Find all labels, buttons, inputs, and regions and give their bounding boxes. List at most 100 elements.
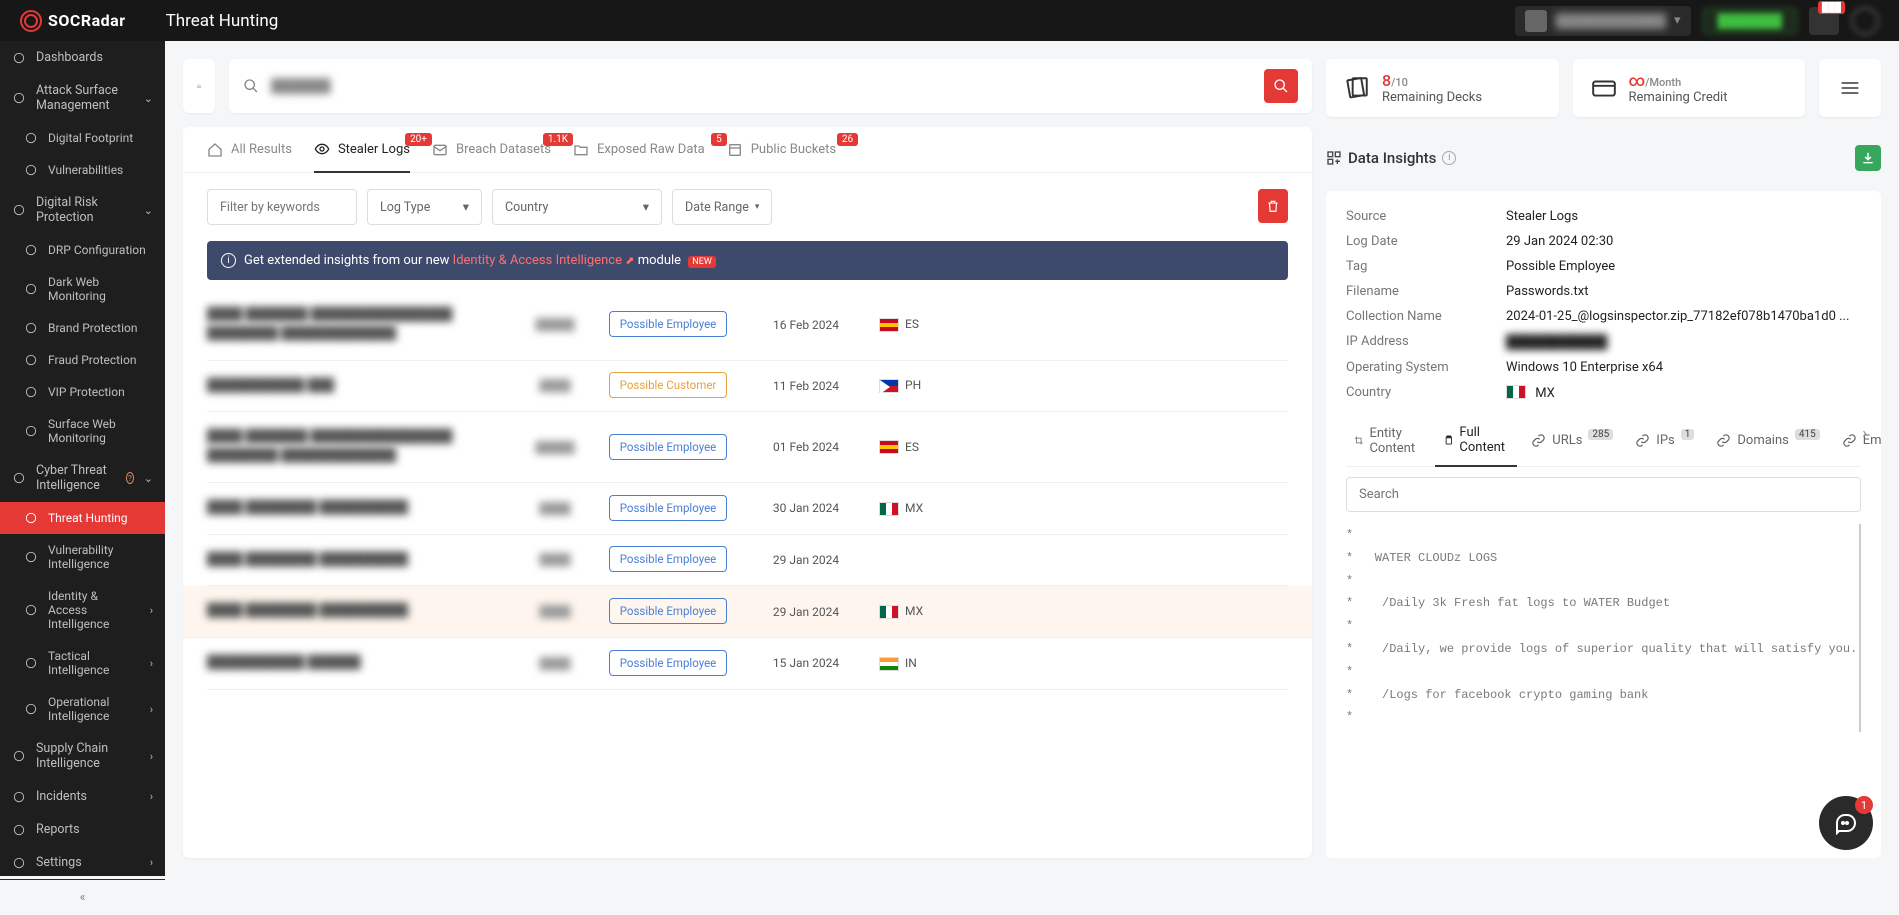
chevron-icon: › (150, 703, 153, 716)
meta-label: Filename (1346, 284, 1506, 299)
tabs-next[interactable]: › (1862, 423, 1867, 442)
home-button[interactable] (183, 59, 215, 113)
sidebar-item-cyber-threat-intelligence[interactable]: Cyber Threat Intelligence?⌄ (0, 454, 165, 502)
tab-exposed-raw-data[interactable]: Exposed Raw Data5 (573, 141, 705, 172)
insight-tab-full-content[interactable]: Full Content (1435, 415, 1518, 467)
download-button[interactable] (1855, 145, 1881, 171)
new-badge: NEW (688, 256, 716, 268)
search-input[interactable] (271, 78, 1252, 94)
meta-row: FilenamePasswords.txt (1346, 284, 1861, 299)
date-filter[interactable]: Date Range ▾ (672, 189, 772, 225)
sidebar-item-operational-intelligence[interactable]: Operational Intelligence› (0, 686, 165, 732)
logtype-filter[interactable]: Log Type▾ (367, 189, 482, 225)
delete-filter-button[interactable] (1258, 189, 1288, 223)
insight-tab-urls[interactable]: URLs285 (1523, 415, 1621, 466)
settings-icon[interactable] (1851, 7, 1879, 35)
report-icon (12, 823, 26, 837)
result-row[interactable]: ████ ████████ ██████████████Possible Emp… (207, 483, 1288, 535)
insights-header: Data Insights i (1326, 131, 1881, 177)
tac-icon (24, 656, 38, 670)
result-row[interactable]: ███████████ ██████████Possible Employee1… (207, 638, 1288, 690)
tab-all-results[interactable]: All Results (207, 141, 292, 172)
meta-row: TagPossible Employee (1346, 259, 1861, 274)
insight-tab-entity-content[interactable]: Entity Content (1346, 415, 1429, 466)
result-col2: ████ (525, 553, 585, 566)
chevron-icon: › (150, 856, 153, 869)
meta-label: Log Date (1346, 234, 1506, 249)
search-button[interactable] (1264, 69, 1298, 103)
shield-icon (12, 91, 26, 105)
insight-search[interactable] (1346, 477, 1861, 512)
sidebar-item-drp-configuration[interactable]: DRP Configuration (0, 234, 165, 266)
info-icon[interactable]: i (1442, 151, 1456, 165)
result-country: ES (879, 317, 939, 332)
chevron-icon: ⌄ (144, 472, 153, 485)
result-row[interactable]: ████ ████████ ██████████████Possible Emp… (183, 586, 1312, 638)
sidebar-item-identity-access-intelligence[interactable]: Identity & Access Intelligence› (0, 580, 165, 640)
result-row[interactable]: ████ ███████ ████████████████████████ ██… (207, 290, 1288, 361)
plan-badge[interactable]: ███████ (1703, 8, 1797, 34)
sidebar-item-surface-web-monitoring[interactable]: Surface Web Monitoring (0, 408, 165, 454)
sidebar-item-brand-protection[interactable]: Brand Protection (0, 312, 165, 344)
tab-stealer-logs[interactable]: Stealer Logs20+ (314, 141, 410, 173)
result-row[interactable]: ███████████ ███████Possible Customer11 F… (207, 361, 1288, 413)
sidebar-collapse[interactable]: « (0, 879, 165, 915)
country-filter[interactable]: Country▾ (492, 189, 662, 225)
meta-value: Stealer Logs (1506, 209, 1861, 224)
info-icon: i (221, 253, 236, 268)
meta-value: Windows 10 Enterprise x64 (1506, 360, 1861, 375)
tab-public-buckets[interactable]: Public Buckets26 (727, 141, 836, 172)
sidebar-item-fraud-protection[interactable]: Fraud Protection (0, 344, 165, 376)
sidebar-item-threat-hunting[interactable]: Threat Hunting (0, 502, 165, 534)
result-col2: █████ (525, 441, 585, 454)
credit-icon (1591, 75, 1617, 101)
insight-tab-domains[interactable]: Domains415 (1708, 415, 1827, 466)
result-list: ████ ███████ ████████████████████████ ██… (183, 290, 1312, 690)
more-menu-button[interactable] (1819, 59, 1881, 117)
sidebar-item-dashboards[interactable]: Dashboards (0, 41, 165, 74)
log-content[interactable]: * * WATER CLOUDz LOGS * * /Daily 3k Fres… (1346, 524, 1861, 732)
result-row[interactable]: ████ ████████ ██████████████Possible Emp… (207, 535, 1288, 587)
result-tag[interactable]: Possible Employee (609, 495, 728, 521)
insight-tab-emails[interactable]: Emails50 (1834, 415, 1881, 466)
result-row[interactable]: ████ ███████ ████████████████████████ ██… (207, 412, 1288, 483)
surface-icon (24, 424, 38, 438)
chat-fab[interactable]: 1 (1819, 796, 1873, 850)
insight-tab-ips[interactable]: IPs1 (1627, 415, 1702, 466)
meta-label: Tag (1346, 259, 1506, 274)
dark-icon (24, 282, 38, 296)
keywords-filter[interactable] (207, 189, 357, 225)
result-tag[interactable]: Possible Employee (609, 434, 728, 460)
chevron-icon: ⌄ (144, 92, 153, 105)
sidebar-item-dark-web-monitoring[interactable]: Dark Web Monitoring (0, 266, 165, 312)
help-icon[interactable]: ? (126, 472, 134, 484)
sidebar-item-digital-footprint[interactable]: Digital Footprint (0, 122, 165, 154)
meta-row: Log Date29 Jan 2024 02:30 (1346, 234, 1861, 249)
banner-link[interactable]: Identity & Access Intelligence ⬈ (453, 253, 635, 268)
result-tag[interactable]: Possible Employee (609, 546, 728, 572)
logo[interactable]: SOCRadar (20, 10, 126, 32)
sidebar-item-tactical-intelligence[interactable]: Tactical Intelligence› (0, 640, 165, 686)
sidebar-item-vip-protection[interactable]: VIP Protection (0, 376, 165, 408)
insight-tabs: Entity ContentFull ContentURLs285IPs1Dom… (1346, 415, 1861, 467)
sidebar-item-incidents[interactable]: Incidents› (0, 780, 165, 813)
result-tag[interactable]: Possible Employee (609, 650, 728, 676)
sidebar-item-supply-chain-intelligence[interactable]: Supply Chain Intelligence› (0, 732, 165, 780)
sidebar-item-digital-risk-protection[interactable]: Digital Risk Protection⌄ (0, 186, 165, 234)
user-menu[interactable]: ████████████ ▾ (1515, 6, 1690, 36)
sidebar-item-attack-surface-management[interactable]: Attack Surface Management⌄ (0, 74, 165, 122)
sidebar-item-vulnerabilities[interactable]: Vulnerabilities (0, 154, 165, 186)
tab-breach-datasets[interactable]: Breach Datasets1.1K (432, 141, 551, 172)
result-col2: ████ (525, 502, 585, 515)
sidebar-item-vulnerability-intelligence[interactable]: Vulnerability Intelligence (0, 534, 165, 580)
result-tag[interactable]: Possible Customer (609, 372, 728, 398)
result-tag[interactable]: Possible Employee (609, 311, 728, 337)
sidebar-item-reports[interactable]: Reports (0, 813, 165, 846)
meta-value: ███████████ (1506, 334, 1861, 350)
cart-button[interactable]: ███ (1809, 7, 1839, 35)
sidebar-item-settings[interactable]: Settings› (0, 846, 165, 879)
result-col2: ████ (525, 657, 585, 670)
result-tag[interactable]: Possible Employee (609, 598, 728, 624)
result-col2: ████ (525, 605, 585, 618)
meta-row: IP Address███████████ (1346, 334, 1861, 350)
